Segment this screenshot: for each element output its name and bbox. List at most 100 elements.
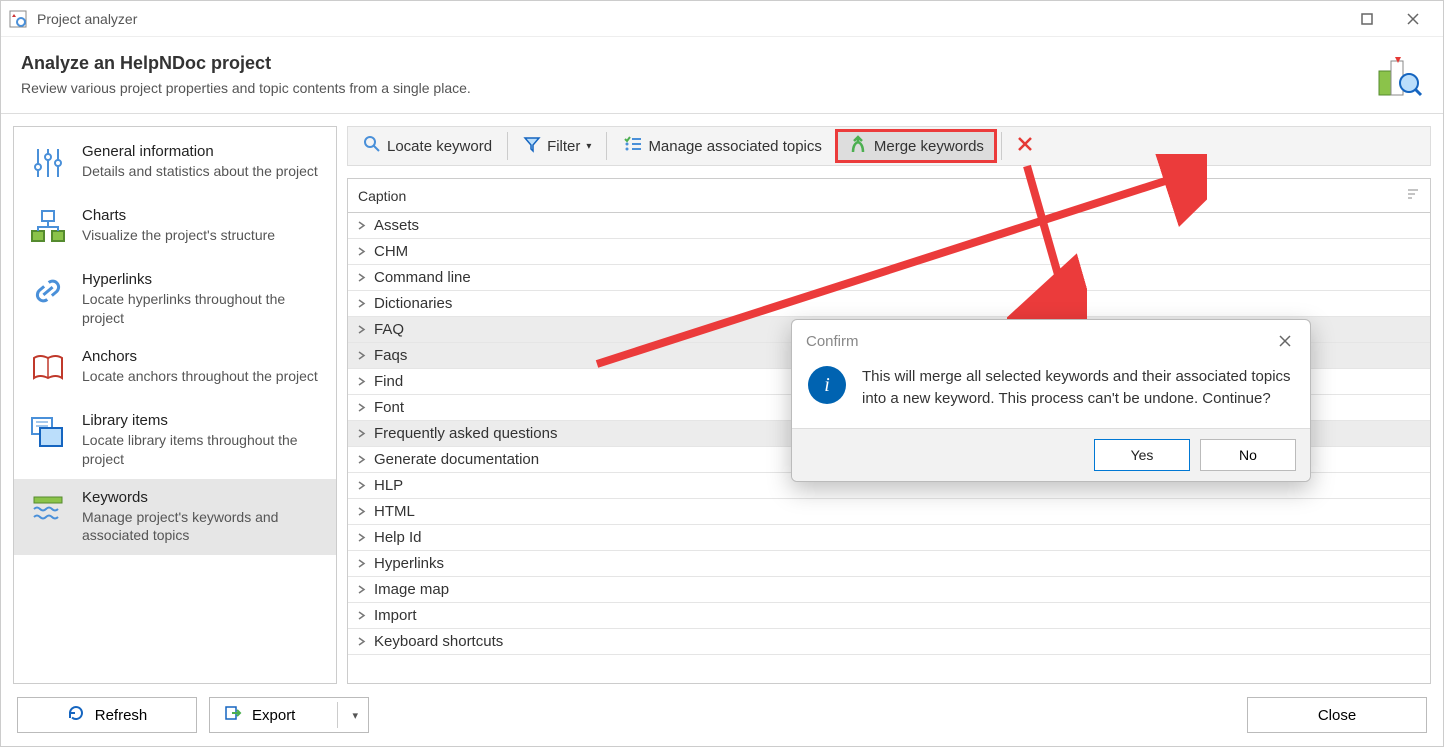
refresh-icon [67,704,85,726]
sidebar-item-label: Charts [82,207,275,224]
table-row[interactable]: Command line [348,265,1430,291]
chevron-right-icon [356,273,366,283]
info-icon: i [808,366,846,404]
table-row[interactable]: Keyboard shortcuts [348,629,1430,655]
chevron-right-icon [356,533,366,543]
export-button[interactable]: Export ▾ [209,697,369,733]
sidebar-item-charts[interactable]: ChartsVisualize the project's structure [14,197,336,261]
chevron-right-icon [356,481,366,491]
toolbar: Locate keyword Filter ▾ Manage associate… [347,126,1431,166]
close-footer-button[interactable]: Close [1247,697,1427,733]
sliders-icon [26,143,70,187]
sidebar-item-label: General information [82,143,318,160]
keywords-icon [26,489,70,533]
table-row[interactable]: Import [348,603,1430,629]
page-subtitle: Review various project properties and to… [21,80,471,96]
header: Analyze an HelpNDoc project Review vario… [1,37,1443,114]
row-caption: Generate documentation [374,451,539,468]
window-title: Project analyzer [37,11,1353,27]
chevron-right-icon [356,221,366,231]
row-caption: FAQ [374,321,404,338]
separator [507,132,508,160]
sidebar-item-hyperlinks[interactable]: HyperlinksLocate hyperlinks throughout t… [14,261,336,338]
book-icon [26,348,70,392]
separator [1001,132,1002,160]
chevron-right-icon [356,247,366,257]
row-caption: Dictionaries [374,295,452,312]
row-caption: Image map [374,581,449,598]
row-caption: Command line [374,269,471,286]
table-row[interactable]: HTML [348,499,1430,525]
chevron-right-icon [356,611,366,621]
chevron-right-icon [356,403,366,413]
row-caption: Help Id [374,529,422,546]
dialog-no-button[interactable]: No [1200,439,1296,471]
search-icon [363,135,381,157]
row-caption: Font [374,399,404,416]
sidebar-item-library[interactable]: Library itemsLocate library items throug… [14,402,336,479]
chevron-right-icon [356,351,366,361]
chevron-right-icon [356,637,366,647]
project-analyzer-window: Project analyzer Analyze an HelpNDoc pro… [0,0,1444,747]
sidebar-item-general[interactable]: General informationDetails and statistic… [14,133,336,197]
table-row[interactable]: Help Id [348,525,1430,551]
library-icon [26,412,70,456]
chevron-right-icon [356,299,366,309]
delete-x-icon [1017,136,1033,156]
row-caption: Hyperlinks [374,555,444,572]
analyzer-icon [1377,53,1423,99]
sort-icon[interactable] [1406,187,1420,204]
row-caption: Assets [374,217,419,234]
manage-topics-button[interactable]: Manage associated topics [611,129,832,163]
maximize-button[interactable] [1353,5,1381,33]
table-row[interactable]: CHM [348,239,1430,265]
row-caption: Faqs [374,347,407,364]
sidebar-item-anchors[interactable]: AnchorsLocate anchors throughout the pro… [14,338,336,402]
row-caption: HTML [374,503,415,520]
column-caption: Caption [358,188,406,204]
export-icon [224,704,242,726]
chevron-right-icon [356,325,366,335]
row-caption: Frequently asked questions [374,425,557,442]
chart-tree-icon [26,207,70,251]
row-caption: HLP [374,477,403,494]
dialog-title: Confirm [806,333,859,350]
refresh-button[interactable]: Refresh [17,697,197,733]
chevron-right-icon [356,377,366,387]
separator [606,132,607,160]
locate-keyword-button[interactable]: Locate keyword [352,129,503,163]
sidebar-item-label: Anchors [82,348,318,365]
delete-button[interactable] [1006,129,1044,163]
titlebar: Project analyzer [1,1,1443,37]
dialog-close-button[interactable] [1274,330,1296,352]
sidebar-item-label: Keywords [82,489,324,506]
app-icon [9,10,27,28]
chevron-down-icon: ▾ [352,709,358,722]
table-header[interactable]: Caption [348,179,1430,213]
chevron-right-icon [356,429,366,439]
dialog-message: This will merge all selected keywords an… [862,366,1294,410]
table-row[interactable]: Dictionaries [348,291,1430,317]
footer: Refresh Export ▾ Close [1,684,1443,746]
chevron-down-icon: ▾ [586,141,591,152]
table-row[interactable]: Hyperlinks [348,551,1430,577]
table-row[interactable]: Assets [348,213,1430,239]
sidebar-item-label: Hyperlinks [82,271,324,288]
table-row[interactable]: Image map [348,577,1430,603]
link-icon [26,271,70,315]
close-button[interactable] [1399,5,1427,33]
chevron-right-icon [356,559,366,569]
page-title: Analyze an HelpNDoc project [21,53,471,74]
merge-keywords-button[interactable]: Merge keywords [835,129,997,163]
dialog-yes-button[interactable]: Yes [1094,439,1190,471]
sidebar-item-keywords[interactable]: KeywordsManage project's keywords and as… [14,479,336,556]
chevron-right-icon [356,455,366,465]
sidebar-item-label: Library items [82,412,324,429]
merge-icon [848,134,868,158]
chevron-right-icon [356,585,366,595]
filter-button[interactable]: Filter ▾ [512,129,602,163]
row-caption: Import [374,607,417,624]
list-icon [622,135,642,157]
row-caption: Keyboard shortcuts [374,633,503,650]
funnel-icon [523,135,541,157]
